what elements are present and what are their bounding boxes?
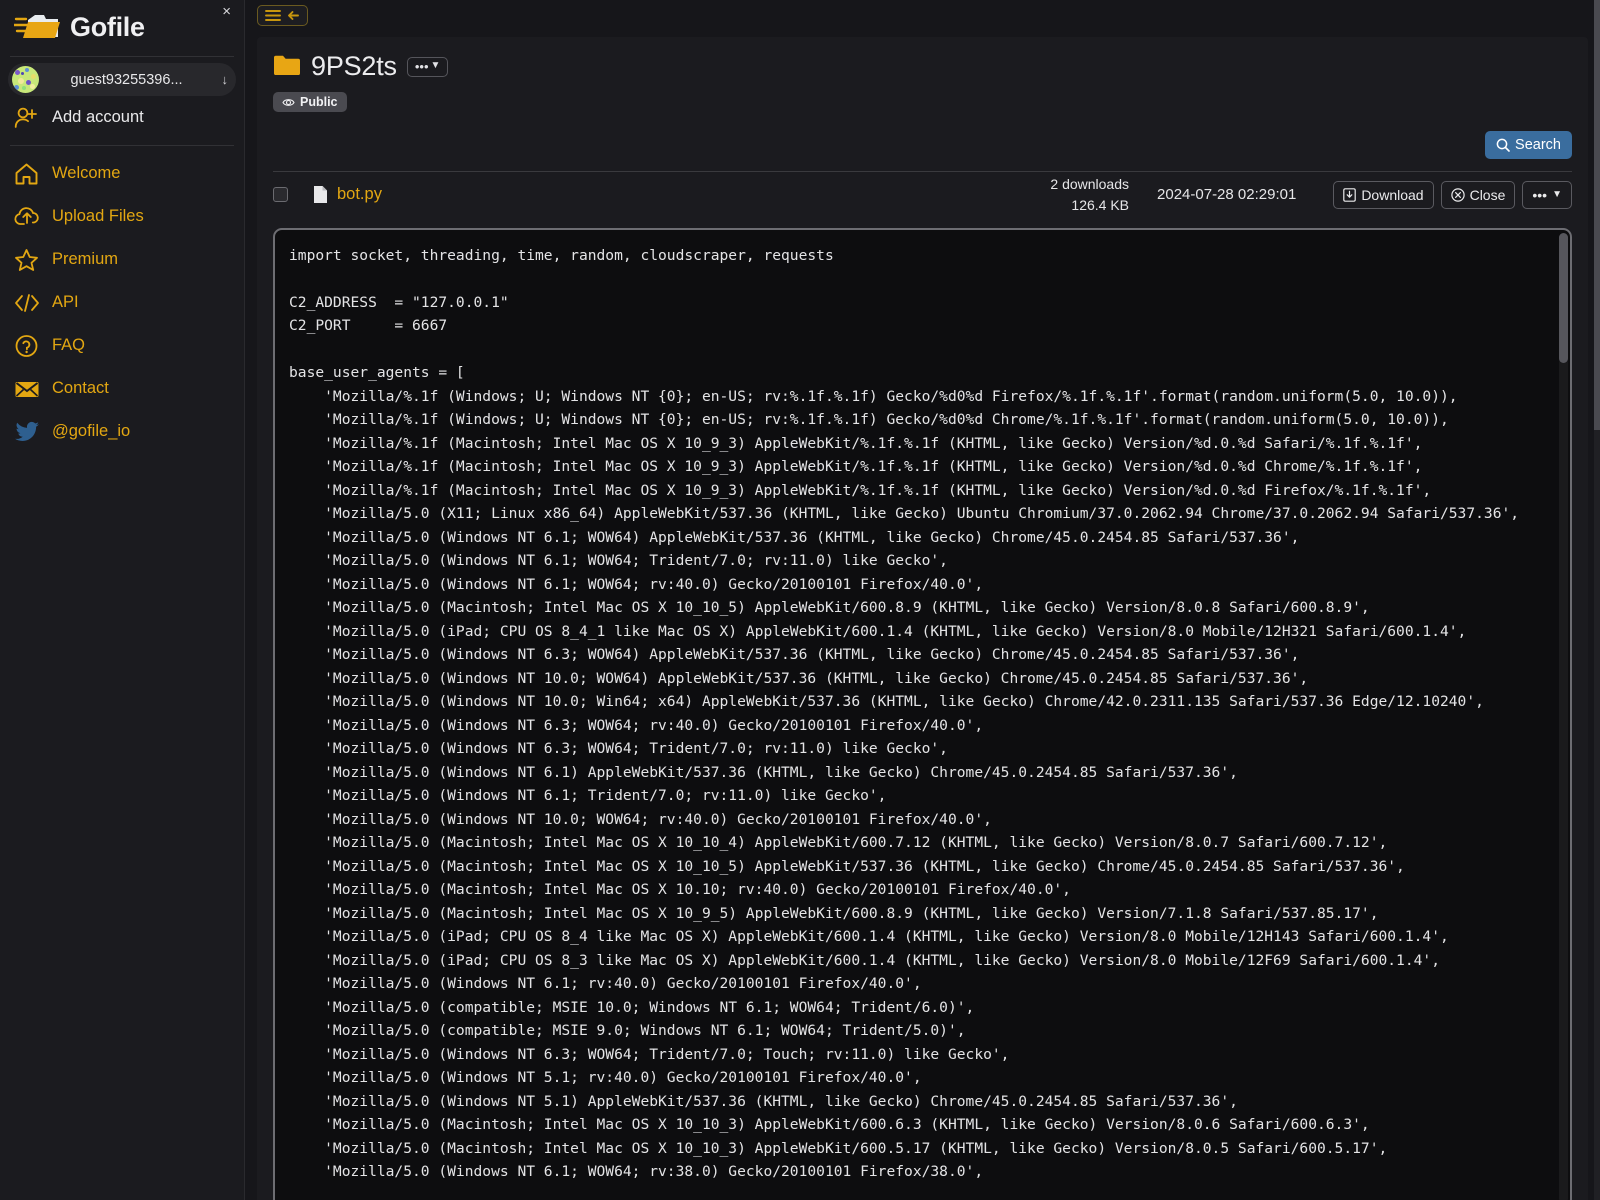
- search-row: Search: [273, 130, 1572, 159]
- file-size: 126.4 KB: [1071, 196, 1130, 213]
- sidebar-item-api[interactable]: API: [0, 281, 244, 324]
- account-name: guest93255396...: [70, 71, 183, 88]
- gofile-logo-icon: [12, 10, 64, 44]
- table-row: bot.py 2 downloads 126.4 KB 2024-07-28 0…: [273, 172, 1572, 218]
- question-circle-icon: [14, 334, 52, 358]
- sidebar-item-twitter[interactable]: @gofile_io: [0, 410, 244, 453]
- envelope-icon: [14, 379, 52, 399]
- close-file-button-label: Close: [1469, 186, 1506, 203]
- sidebar: Gofile × guest93255396... ↓ Add account: [0, 0, 245, 1200]
- caret-down-icon: ▼: [1552, 189, 1562, 200]
- caret-down-icon: ▼: [430, 60, 441, 71]
- code-vertical-scrollbar[interactable]: [1559, 232, 1568, 1200]
- file-icon: [313, 185, 337, 204]
- sidebar-item-label: Welcome: [52, 164, 121, 182]
- arrow-left-icon: [288, 11, 299, 20]
- sidebar-toggle-button[interactable]: [257, 5, 308, 26]
- search-icon: [1496, 138, 1510, 152]
- close-window-icon[interactable]: ×: [222, 4, 231, 19]
- eye-icon: [282, 98, 295, 106]
- avatar: [12, 66, 39, 93]
- home-icon: [14, 162, 52, 186]
- download-button-label: Download: [1361, 186, 1424, 203]
- search-button[interactable]: Search: [1485, 130, 1572, 159]
- ellipsis-icon: •••: [414, 58, 429, 74]
- sidebar-divider-top: [10, 56, 234, 57]
- upload-cloud-icon: [14, 205, 52, 228]
- sidebar-item-label: API: [52, 293, 79, 311]
- sidebar-divider-mid: [10, 145, 234, 146]
- visibility-badge: Public: [273, 92, 347, 112]
- sidebar-item-add-account[interactable]: Add account: [0, 96, 244, 139]
- download-button[interactable]: Download: [1333, 180, 1434, 209]
- file-options-button[interactable]: ••• ▼: [1522, 180, 1572, 209]
- scrollbar-thumb[interactable]: [1559, 232, 1568, 363]
- file-stats: 2 downloads 126.4 KB: [1050, 174, 1129, 215]
- folder-options-button[interactable]: ••• ▼: [406, 56, 449, 77]
- code-scroll-area[interactable]: import socket, threading, time, random, …: [275, 230, 1570, 1200]
- star-icon: [14, 248, 52, 272]
- folder-header: 9PS2ts ••• ▼: [273, 51, 1572, 82]
- page-vertical-scrollbar[interactable]: [1594, 0, 1600, 1200]
- code-icon: [14, 292, 52, 314]
- scrollbar-thumb[interactable]: [1594, 0, 1600, 430]
- file-downloads: 2 downloads: [1050, 176, 1130, 193]
- sidebar-item-premium[interactable]: Premium: [0, 238, 244, 281]
- close-circle-icon: [1450, 187, 1465, 202]
- sidebar-item-label: FAQ: [52, 336, 86, 354]
- file-date: 2024-07-28 02:29:01: [1157, 186, 1297, 203]
- sidebar-item-upload-files[interactable]: Upload Files: [0, 195, 244, 238]
- file-select-checkbox[interactable]: [273, 187, 288, 202]
- chevron-down-icon: ↓: [221, 72, 229, 87]
- content-card: 9PS2ts ••• ▼ Public Search bot.py 2 down…: [257, 37, 1588, 1200]
- folder-icon: [273, 53, 301, 81]
- sidebar-item-label: Upload Files: [52, 207, 144, 225]
- close-file-button[interactable]: Close: [1440, 180, 1516, 209]
- sidebar-item-label: Premium: [52, 250, 119, 268]
- search-button-label: Search: [1515, 136, 1561, 153]
- sidebar-item-welcome[interactable]: Welcome: [0, 152, 244, 195]
- file-name[interactable]: bot.py: [337, 185, 382, 204]
- sidebar-item-contact[interactable]: Contact: [0, 367, 244, 410]
- sidebar-item-faq[interactable]: FAQ: [0, 324, 244, 367]
- folder-name: 9PS2ts: [311, 51, 397, 81]
- top-bar: [245, 0, 1600, 32]
- ellipsis-icon: •••: [1532, 186, 1548, 203]
- code-content: import socket, threading, time, random, …: [289, 246, 1520, 1181]
- download-icon: [1343, 187, 1357, 202]
- visibility-badge-label: Public: [300, 95, 338, 109]
- sidebar-item-label: Contact: [52, 379, 109, 397]
- twitter-icon: [14, 421, 52, 443]
- add-user-icon: [14, 106, 52, 129]
- account-switcher[interactable]: guest93255396... ↓: [8, 63, 236, 96]
- brand-title: Gofile: [70, 11, 145, 42]
- code-viewer: import socket, threading, time, random, …: [273, 227, 1572, 1200]
- sidebar-item-label: @gofile_io: [52, 422, 131, 440]
- brand-header: Gofile ×: [0, 0, 244, 54]
- hamburger-icon: [265, 10, 281, 21]
- sidebar-item-label: Add account: [52, 108, 144, 126]
- main-area: 9PS2ts ••• ▼ Public Search bot.py 2 down…: [245, 0, 1600, 1200]
